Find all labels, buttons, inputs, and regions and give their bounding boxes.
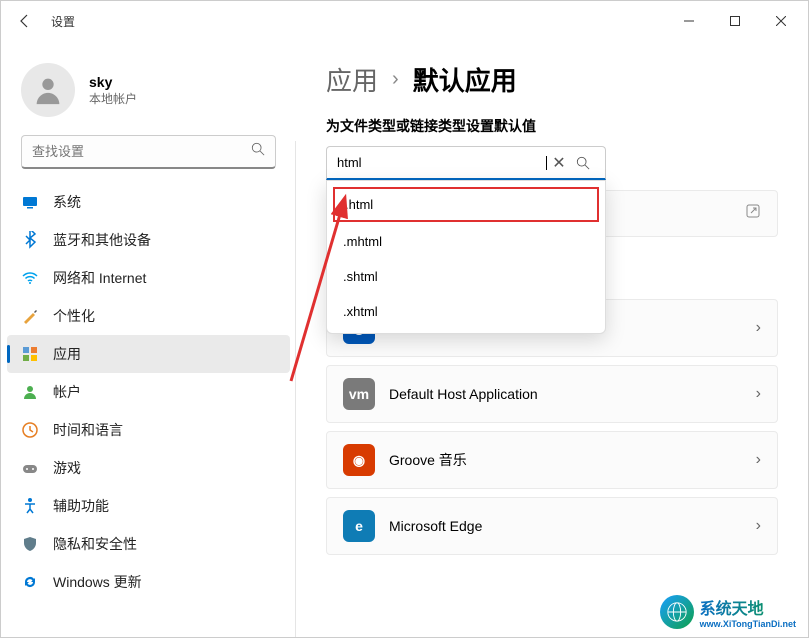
wifi-icon xyxy=(21,269,39,287)
nav-item-wifi[interactable]: 网络和 Internet xyxy=(7,259,290,297)
main-content: 应用 › 默认应用 为文件类型或链接类型设置默认值 ✕ .html.mhtml.… xyxy=(296,41,808,637)
window-title: 设置 xyxy=(51,13,75,30)
app-row[interactable]: vm Default Host Application › xyxy=(326,365,778,423)
nav-item-system[interactable]: 系统 xyxy=(7,183,290,221)
avatar xyxy=(21,63,75,117)
chevron-right-icon: › xyxy=(756,385,761,403)
apps-icon xyxy=(21,345,39,363)
watermark: 系统天地 www.XiTongTianDi.net xyxy=(660,595,796,629)
search-icon xyxy=(251,142,265,161)
open-external-icon xyxy=(745,203,761,224)
nav-item-label: 辅助功能 xyxy=(53,496,109,516)
titlebar: 设置 xyxy=(1,1,808,41)
breadcrumb-current: 默认应用 xyxy=(413,61,517,98)
sidebar-search-input[interactable] xyxy=(32,144,251,159)
nav-item-label: 时间和语言 xyxy=(53,420,123,440)
clear-icon[interactable]: ✕ xyxy=(547,153,571,173)
nav-list: 系统蓝牙和其他设备网络和 Internet 个性化应用帐户时间和语言游戏辅助功能隐… xyxy=(1,183,296,601)
window-controls xyxy=(666,1,804,41)
minimize-button[interactable] xyxy=(666,1,712,41)
search-icon[interactable] xyxy=(571,156,595,170)
update-icon xyxy=(21,573,39,591)
nav-item-apps[interactable]: 应用 xyxy=(7,335,290,373)
dropdown-item[interactable]: .shtml xyxy=(327,259,605,294)
time-icon xyxy=(21,421,39,439)
app-row[interactable]: e Microsoft Edge › xyxy=(326,497,778,555)
app-icon: e xyxy=(343,510,375,542)
nav-item-privacy[interactable]: 隐私和安全性 xyxy=(7,525,290,563)
section-title: 为文件类型或链接类型设置默认值 xyxy=(326,116,778,136)
chevron-right-icon: › xyxy=(756,451,761,469)
watermark-title: 系统天地 xyxy=(700,595,796,619)
close-button[interactable] xyxy=(758,1,804,41)
back-button[interactable] xyxy=(5,1,45,41)
access-icon xyxy=(21,497,39,515)
profile-name: sky xyxy=(89,74,137,90)
nav-item-label: 蓝牙和其他设备 xyxy=(53,230,151,250)
breadcrumb: 应用 › 默认应用 xyxy=(326,61,778,98)
filetype-search-container: ✕ .html.mhtml.shtml.xhtml xyxy=(326,146,606,180)
profile-block[interactable]: sky 本地帐户 xyxy=(1,51,296,135)
nav-item-label: 帐户 xyxy=(53,382,81,402)
nav-item-time[interactable]: 时间和语言 xyxy=(7,411,290,449)
brush-icon xyxy=(21,307,39,325)
app-icon: vm xyxy=(343,378,375,410)
system-icon xyxy=(21,193,39,211)
nav-item-label: 个性化 xyxy=(53,306,95,326)
sidebar-search[interactable] xyxy=(21,135,276,169)
breadcrumb-parent[interactable]: 应用 xyxy=(326,61,378,98)
dropdown-item[interactable]: .xhtml xyxy=(327,294,605,329)
filetype-search-input[interactable] xyxy=(337,155,546,170)
dropdown-item[interactable]: .html xyxy=(333,187,599,222)
nav-item-label: 应用 xyxy=(53,344,81,364)
nav-item-update[interactable]: Windows 更新 xyxy=(7,563,290,601)
bluetooth-icon xyxy=(21,231,39,249)
account-icon xyxy=(21,383,39,401)
maximize-button[interactable] xyxy=(712,1,758,41)
nav-item-access[interactable]: 辅助功能 xyxy=(7,487,290,525)
nav-item-bluetooth[interactable]: 蓝牙和其他设备 xyxy=(7,221,290,259)
chevron-right-icon: › xyxy=(756,517,761,535)
nav-item-account[interactable]: 帐户 xyxy=(7,373,290,411)
nav-item-brush[interactable]: 个性化 xyxy=(7,297,290,335)
chevron-right-icon: › xyxy=(392,68,399,91)
dropdown-item[interactable]: .mhtml xyxy=(327,224,605,259)
nav-item-label: Windows 更新 xyxy=(53,572,142,592)
app-icon: ◉ xyxy=(343,444,375,476)
nav-item-label: 网络和 Internet xyxy=(53,268,146,288)
app-label: Default Host Application xyxy=(389,386,742,402)
app-label: Groove 音乐 xyxy=(389,450,742,470)
sidebar: sky 本地帐户 系统蓝牙和其他设备网络和 Internet 个性化应用帐户时间和… xyxy=(1,41,296,637)
privacy-icon xyxy=(21,535,39,553)
nav-item-label: 系统 xyxy=(53,192,81,212)
chevron-right-icon: › xyxy=(756,319,761,337)
filetype-search-box[interactable]: ✕ xyxy=(326,146,606,180)
nav-item-label: 隐私和安全性 xyxy=(53,534,137,554)
nav-item-game[interactable]: 游戏 xyxy=(7,449,290,487)
globe-icon xyxy=(660,595,694,629)
nav-item-label: 游戏 xyxy=(53,458,81,478)
app-label: Microsoft Edge xyxy=(389,518,742,534)
game-icon xyxy=(21,459,39,477)
watermark-url: www.XiTongTianDi.net xyxy=(700,619,796,629)
filetype-dropdown: .html.mhtml.shtml.xhtml xyxy=(326,180,606,334)
profile-subtitle: 本地帐户 xyxy=(89,90,137,107)
app-row[interactable]: ◉ Groove 音乐 › xyxy=(326,431,778,489)
apps-list: ◉Cortana›vmDefault Host Application›◉Gro… xyxy=(326,299,778,555)
